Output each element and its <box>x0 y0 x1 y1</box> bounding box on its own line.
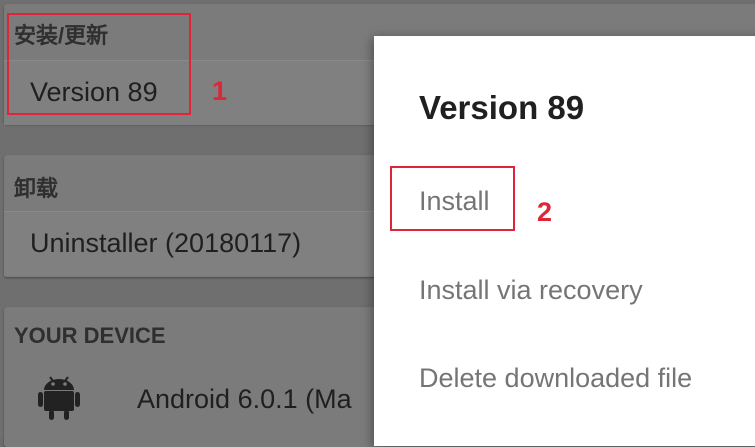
version-dialog: Version 89 Install Install via recovery … <box>374 36 755 446</box>
highlight-box-install <box>390 166 515 231</box>
uninstall-section-title: 卸载 <box>14 176 59 201</box>
annotation-marker-2: 2 <box>537 197 553 227</box>
device-android-version: Android 6.0.1 (Ma <box>137 384 352 414</box>
app-screen: 安装/更新 Version 89 卸载 Uninstaller (2018011… <box>0 0 755 447</box>
install-via-recovery-option[interactable]: Install via recovery <box>419 275 643 306</box>
highlight-box-version-89 <box>7 13 191 115</box>
delete-downloaded-file-option[interactable]: Delete downloaded file <box>419 363 692 394</box>
annotation-marker-1: 1 <box>212 76 228 106</box>
device-section-title: YOUR DEVICE <box>14 323 166 348</box>
uninstaller-label: Uninstaller (20180117) <box>30 228 302 258</box>
dialog-title: Version 89 <box>419 89 585 126</box>
android-icon <box>38 375 80 421</box>
